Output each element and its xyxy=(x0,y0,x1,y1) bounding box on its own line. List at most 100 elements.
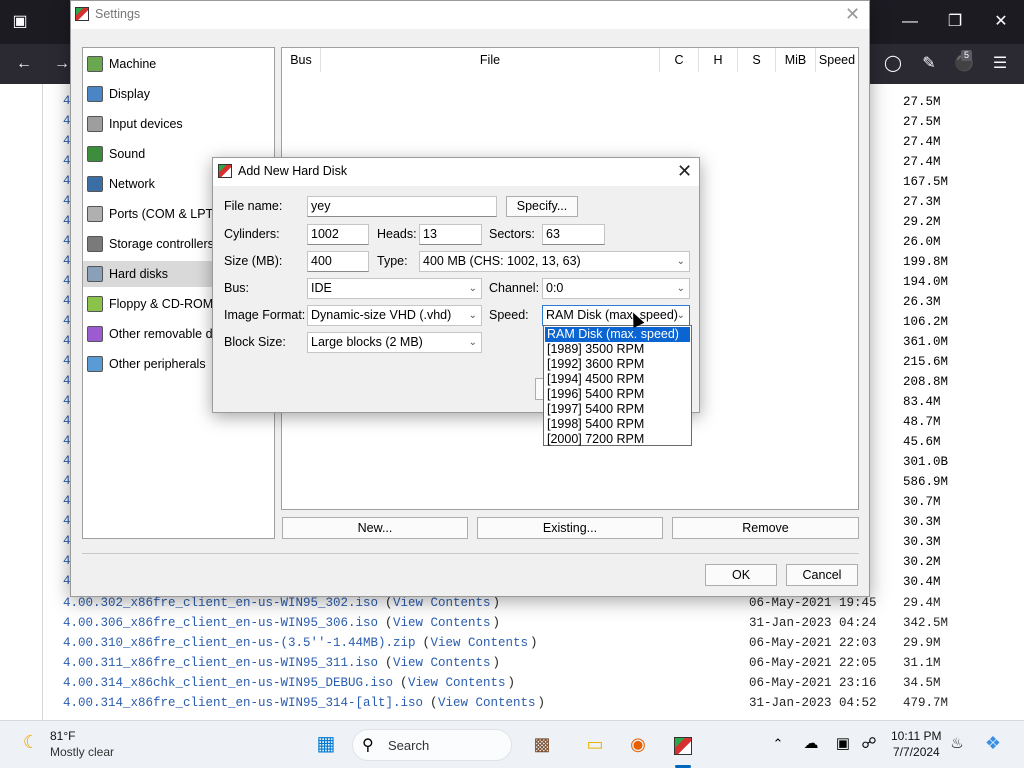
weather-condition[interactable]: Mostly clear xyxy=(50,745,114,759)
image-format-value: Dynamic-size VHD (.vhd) xyxy=(311,308,452,322)
column-header-speed[interactable]: Speed xyxy=(816,48,858,72)
view-contents-link[interactable]: View Contents xyxy=(393,653,491,673)
sectors-input[interactable]: 63 xyxy=(542,224,605,245)
column-header-s[interactable]: S xyxy=(738,48,776,72)
file-link[interactable]: 4.00.306_x86fre_client_en-us-WIN95_306.i… xyxy=(63,613,378,633)
file-link[interactable]: 4.00.314_x86chk_client_en-us-WIN95_DEBUG… xyxy=(63,673,393,693)
sidebar-item-label: Hard disks xyxy=(109,267,169,281)
paren: ( xyxy=(430,696,438,710)
tablet-mode-icon[interactable]: ▣ xyxy=(832,732,854,756)
hamburger-menu-icon[interactable]: ☰ xyxy=(988,54,1012,74)
minimize-icon[interactable]: — xyxy=(898,12,922,32)
heads-input[interactable]: 13 xyxy=(419,224,482,245)
speed-option[interactable]: [1992] 3600 RPM xyxy=(545,357,690,372)
column-header-bus[interactable]: Bus xyxy=(282,48,321,72)
listing-size-cell: 26.0M xyxy=(903,235,941,249)
listing-size-cell: 194.0M xyxy=(903,275,949,289)
channel-select[interactable]: 0:0 ⌄ xyxy=(542,278,690,299)
table-row: 4.00.310_x86fre_client_en-us-(3.5''-1.44… xyxy=(0,633,1024,653)
bus-select[interactable]: IDE ⌄ xyxy=(307,278,482,299)
extensions-icon[interactable]: ✎ xyxy=(917,54,941,74)
taskbar: ☾ 81°F Mostly clear ▦ ⚲ Search ▩ ▭ ◉ ⌃ ☁… xyxy=(0,720,1024,768)
view-contents-link[interactable]: View Contents xyxy=(393,613,491,633)
windows-start-icon[interactable]: ▦ xyxy=(313,732,339,756)
image-format-select[interactable]: Dynamic-size VHD (.vhd) ⌄ xyxy=(307,305,482,326)
column-header-c[interactable]: C xyxy=(660,48,699,72)
cloud-sync-icon[interactable]: ☁ xyxy=(800,732,822,756)
firefox-icon[interactable]: ◉ xyxy=(625,732,651,756)
account-icon[interactable]: ◯ xyxy=(881,54,905,74)
chevron-down-icon: ⌄ xyxy=(468,283,477,294)
remove-disk-button[interactable]: Remove xyxy=(672,517,859,539)
close-icon[interactable]: ✕ xyxy=(677,161,692,182)
column-header-h[interactable]: H xyxy=(699,48,738,72)
speed-select[interactable]: RAM Disk (max. speed) ⌄ xyxy=(542,305,690,326)
sectors-label: Sectors: xyxy=(489,227,535,241)
listing-size-cell: 215.6M xyxy=(903,355,949,369)
speed-option[interactable]: [1998] 5400 RPM xyxy=(545,417,690,432)
file-size: 31.1M xyxy=(903,656,941,670)
close-icon[interactable]: ✕ xyxy=(845,4,860,25)
close-window-icon[interactable]: ✕ xyxy=(989,12,1013,32)
specify-button[interactable]: Specify... xyxy=(506,196,578,217)
column-header-mib[interactable]: MiB xyxy=(776,48,816,72)
sidebar-item-label: Sound xyxy=(109,147,146,161)
network-volume-icon[interactable]: ☍ xyxy=(858,732,880,756)
listing-size-cell: 29.2M xyxy=(903,215,941,229)
tab-overview-icon[interactable]: ▣ xyxy=(8,12,32,32)
speed-option[interactable]: [1996] 5400 RPM xyxy=(545,387,690,402)
new-disk-button[interactable]: New... xyxy=(282,517,468,539)
search-box[interactable]: ⚲ Search xyxy=(352,729,512,761)
weather-moon-cloud-icon[interactable]: ☾ xyxy=(18,730,44,754)
table-row: 4.00.314_x86fre_client_en-us-WIN95_314-[… xyxy=(0,693,1024,713)
block-size-select[interactable]: Large blocks (2 MB) ⌄ xyxy=(307,332,482,353)
sidebar-item-label: Machine xyxy=(109,57,157,71)
notification-bell-icon[interactable]: ♨ xyxy=(946,732,968,756)
file-explorer-icon[interactable]: ▭ xyxy=(582,732,608,756)
bus-value: IDE xyxy=(311,281,332,295)
speed-option[interactable]: [2000] 7200 RPM xyxy=(545,432,690,447)
view-contents-link[interactable]: View Contents xyxy=(438,693,536,713)
chevron-down-icon: ⌄ xyxy=(676,283,685,294)
column-header-file[interactable]: File xyxy=(321,48,660,72)
table-row: 4.00.314_x86chk_client_en-us-WIN95_DEBUG… xyxy=(0,673,1024,693)
view-contents-link[interactable]: View Contents xyxy=(431,633,529,653)
size-input[interactable]: 400 xyxy=(307,251,369,272)
settings-titlebar: Settings ✕ xyxy=(71,1,869,29)
search-highlight-icon[interactable]: ▩ xyxy=(527,732,557,756)
copilot-icon[interactable]: ❖ xyxy=(980,731,1006,755)
86box-taskbar-icon[interactable] xyxy=(674,737,692,755)
file-date: 31-Jan-2023 04:52 xyxy=(749,696,877,710)
block-size-value: Large blocks (2 MB) xyxy=(311,335,423,349)
file-link[interactable]: 4.00.310_x86fre_client_en-us-(3.5''-1.44… xyxy=(63,633,416,653)
clock-time[interactable]: 10:11 PM xyxy=(891,729,941,743)
cylinders-input[interactable]: 1002 xyxy=(307,224,369,245)
speed-option[interactable]: [1989] 3500 RPM xyxy=(545,342,690,357)
sidebar-item-display[interactable]: Display xyxy=(83,81,274,107)
chevron-up-icon[interactable]: ⌃ xyxy=(768,732,788,756)
86box-app-icon xyxy=(75,7,89,21)
file-size: 34.5M xyxy=(903,676,941,690)
speed-dropdown-list: RAM Disk (max. speed) [1989] 3500 RPM [199… xyxy=(543,325,692,446)
dialog-title: Add New Hard Disk xyxy=(238,164,348,178)
speed-option[interactable]: RAM Disk (max. speed) xyxy=(545,327,690,342)
clock-date[interactable]: 7/7/2024 xyxy=(893,745,940,759)
sidebar-item-machine[interactable]: Machine xyxy=(83,51,274,77)
listing-size-cell: 48.7M xyxy=(903,415,941,429)
sidebar-item-input-devices[interactable]: Input devices xyxy=(83,111,274,137)
file-name-input[interactable]: yey xyxy=(307,196,497,217)
restore-icon[interactable]: ❐ xyxy=(943,12,967,32)
view-contents-link[interactable]: View Contents xyxy=(408,673,506,693)
type-select[interactable]: 400 MB (CHS: 1002, 13, 63) ⌄ xyxy=(419,251,690,272)
speed-option[interactable]: [1994] 4500 RPM xyxy=(545,372,690,387)
weather-temperature[interactable]: 81°F xyxy=(50,729,75,743)
speed-option[interactable]: [1997] 5400 RPM xyxy=(545,402,690,417)
back-arrow-icon[interactable]: ← xyxy=(12,54,36,74)
file-link[interactable]: 4.00.314_x86fre_client_en-us-WIN95_314-[… xyxy=(63,693,423,713)
existing-disk-button[interactable]: Existing... xyxy=(477,517,663,539)
sidebar-item-label: Input devices xyxy=(109,117,183,131)
file-link[interactable]: 4.00.311_x86fre_client_en-us-WIN95_311.i… xyxy=(63,653,378,673)
cancel-button[interactable]: Cancel xyxy=(786,564,858,586)
ok-button[interactable]: OK xyxy=(705,564,777,586)
divider xyxy=(82,553,859,554)
